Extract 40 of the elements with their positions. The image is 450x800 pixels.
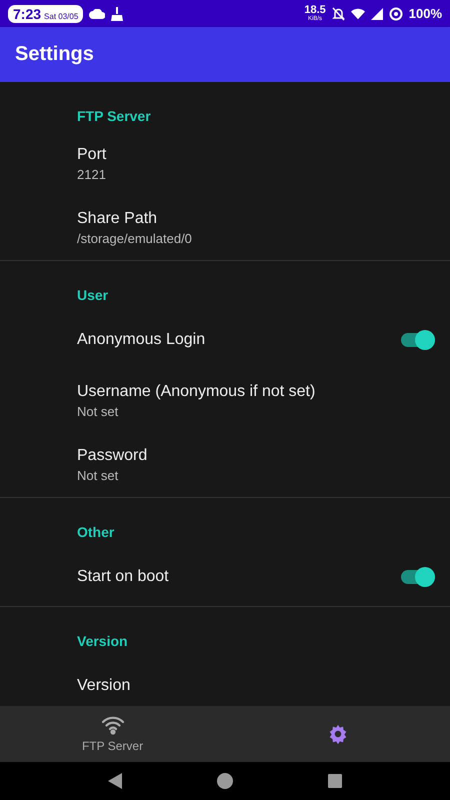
preference-row[interactable]: Share Path /storage/emulated/0 <box>0 196 450 260</box>
recents-icon[interactable] <box>328 774 342 788</box>
section-title: Version <box>76 632 129 651</box>
nav-tab[interactable]: FTP Server <box>0 706 225 762</box>
preference-row[interactable]: Username (Anonymous if not set) Not set <box>0 369 450 433</box>
switch-preference[interactable]: Anonymous Login <box>0 311 450 369</box>
preference-title: Password <box>77 447 148 465</box>
toggle-switch[interactable] <box>401 333 435 347</box>
preference-title: Start on boot <box>77 568 170 586</box>
battery-percent: 100% <box>408 6 442 21</box>
preference-row[interactable]: Port 2121 <box>0 132 450 196</box>
preference-summary: /storage/emulated/0 <box>77 231 193 246</box>
sync-icon <box>388 6 403 20</box>
section-title: Other <box>76 523 116 542</box>
home-icon[interactable] <box>216 773 233 789</box>
preference-title: Anonymous Login <box>77 331 206 349</box>
preference-title: Port <box>77 146 108 164</box>
preference-title: Version <box>77 677 132 695</box>
bell-off-icon <box>332 6 345 20</box>
broom-icon <box>111 6 124 20</box>
wifi-signal-icon <box>350 8 365 20</box>
preference-title: Username (Anonymous if not set) <box>77 383 316 401</box>
preference-summary: Not set <box>77 468 120 483</box>
section-title: FTP Server <box>76 107 152 126</box>
wifi-icon <box>100 715 124 735</box>
switch-preference[interactable]: Start on boot <box>0 548 450 606</box>
back-icon[interactable] <box>108 773 122 789</box>
cloud-icon <box>89 8 106 18</box>
screen-title: Settings <box>15 43 94 66</box>
status-date: Sat 03/05 <box>44 12 78 20</box>
preference-row[interactable]: Version <box>0 657 450 706</box>
preference-title: Share Path <box>77 210 158 228</box>
section-title: User <box>76 286 110 305</box>
preference-row[interactable]: Password Not set <box>0 433 450 497</box>
status-time: 7:23 <box>13 6 42 22</box>
preference-summary: 2121 <box>77 167 107 182</box>
cell-signal-icon <box>370 8 383 20</box>
toggle-switch[interactable] <box>401 570 435 584</box>
preference-summary: Not set <box>77 404 120 419</box>
network-speed: 18.5 <box>304 5 326 16</box>
